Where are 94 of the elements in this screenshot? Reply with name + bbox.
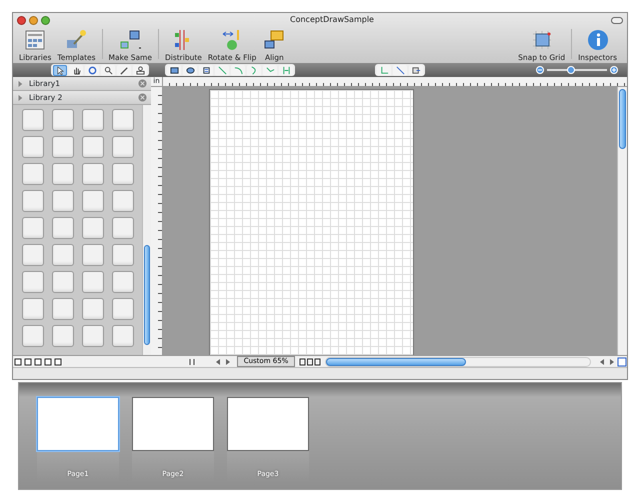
- align-icon: [262, 28, 286, 52]
- elbow-connector-icon: [380, 66, 388, 74]
- library-shape-slot[interactable]: [52, 325, 74, 347]
- direct-connector-icon: [396, 66, 404, 74]
- grip-icon: [186, 356, 197, 366]
- library-shape-slot[interactable]: [112, 163, 134, 185]
- close-icon: [138, 79, 147, 88]
- export-icon: [412, 66, 420, 74]
- square-icon: [13, 356, 23, 366]
- layout-button[interactable]: [299, 356, 322, 366]
- library-action-button[interactable]: [23, 356, 33, 366]
- stamp-icon: [136, 66, 144, 74]
- library-shape-slot[interactable]: [52, 271, 74, 293]
- library-shape-slot[interactable]: [52, 190, 74, 212]
- tool-button[interactable]: [117, 64, 131, 76]
- library-action-button[interactable]: [43, 356, 53, 366]
- pointer-icon: [56, 66, 64, 74]
- library-shape-slot[interactable]: [82, 109, 104, 131]
- close-icon: [138, 93, 147, 102]
- library-shape-slot[interactable]: [22, 109, 44, 131]
- library-shape-slot[interactable]: [82, 298, 104, 320]
- library-shape-slot[interactable]: [82, 244, 104, 266]
- zoom-out-icon: [535, 65, 545, 75]
- curve-icon: [250, 66, 258, 74]
- library-shape-slot[interactable]: [22, 163, 44, 185]
- info-icon: [586, 28, 610, 52]
- tool-button[interactable]: [69, 64, 83, 76]
- tool-button[interactable]: [53, 64, 67, 76]
- library-action-button[interactable]: [53, 356, 63, 366]
- view-mode-icon: [299, 356, 322, 366]
- library-action-button[interactable]: [33, 356, 43, 366]
- zoom-in-icon: [609, 65, 619, 75]
- library-scrollbar[interactable]: [142, 105, 151, 355]
- library-shape-slot[interactable]: [22, 244, 44, 266]
- tool-button[interactable]: [101, 64, 115, 76]
- tool-button[interactable]: [133, 64, 147, 76]
- square-icon: [23, 356, 33, 366]
- library-shape-slot[interactable]: [112, 244, 134, 266]
- library-shape-slot[interactable]: [112, 109, 134, 131]
- arc-icon: [234, 66, 242, 74]
- library-shape-slot[interactable]: [82, 271, 104, 293]
- search-icon: [104, 66, 112, 74]
- library-shape-slot[interactable]: [22, 325, 44, 347]
- library-shape-slot[interactable]: [52, 109, 74, 131]
- library-shape-slot[interactable]: [22, 271, 44, 293]
- library-shape-slot[interactable]: [82, 325, 104, 347]
- library-shape-slot[interactable]: [112, 136, 134, 158]
- hand-icon: [72, 66, 80, 74]
- library-shape-slot[interactable]: [112, 325, 134, 347]
- library-shape-slot[interactable]: [52, 244, 74, 266]
- panel-resize-handle[interactable]: [186, 356, 197, 366]
- rectangle-icon: [170, 66, 178, 74]
- ellipse-icon: [186, 66, 194, 74]
- connector-icon: [282, 66, 290, 74]
- rotate-icon: [88, 66, 96, 74]
- line-icon: [218, 66, 226, 74]
- window-title: ConceptDrawSample: [289, 14, 375, 26]
- library-shape-slot[interactable]: [22, 136, 44, 158]
- close-button[interactable]: [17, 16, 26, 24]
- library-shape-slot[interactable]: [22, 190, 44, 212]
- library-shape-slot[interactable]: [112, 217, 134, 239]
- library-shape-slot[interactable]: [22, 298, 44, 320]
- minimize-button[interactable]: [29, 16, 38, 24]
- tool-button[interactable]: [199, 64, 213, 76]
- zoom-button[interactable]: [41, 16, 50, 24]
- library-shape-slot[interactable]: [82, 190, 104, 212]
- library-shape-slot[interactable]: [112, 298, 134, 320]
- resize-shapes-icon: [118, 28, 142, 52]
- library-grid-icon: [23, 28, 48, 52]
- vertical-scrollbar[interactable]: [617, 87, 627, 355]
- text-box-icon: [202, 66, 210, 74]
- square-icon: [43, 356, 53, 366]
- tool-button[interactable]: [167, 64, 181, 76]
- square-icon: [33, 356, 43, 366]
- library-shape-slot[interactable]: [22, 217, 44, 239]
- library-shape-slot[interactable]: [82, 163, 104, 185]
- toolbar-toggle-button[interactable]: [611, 16, 623, 24]
- tool-button[interactable]: [183, 64, 197, 76]
- library-shape-slot[interactable]: [52, 217, 74, 239]
- library-shape-slot[interactable]: [112, 190, 134, 212]
- square-icon: [53, 356, 63, 366]
- tool-button[interactable]: [409, 64, 423, 76]
- library-shape-slot[interactable]: [52, 163, 74, 185]
- library-shape-slot[interactable]: [112, 271, 134, 293]
- horizontal-scrollbar[interactable]: [325, 356, 592, 366]
- pen-icon: [120, 66, 128, 74]
- library-shape-slot[interactable]: [52, 298, 74, 320]
- library-shape-slot[interactable]: [82, 136, 104, 158]
- polyline-icon: [266, 66, 274, 74]
- square-icon: [617, 356, 628, 366]
- library-shape-slot[interactable]: [52, 136, 74, 158]
- split-view-button[interactable]: [617, 356, 628, 366]
- library-shape-slot[interactable]: [82, 217, 104, 239]
- library-action-button[interactable]: [13, 356, 23, 366]
